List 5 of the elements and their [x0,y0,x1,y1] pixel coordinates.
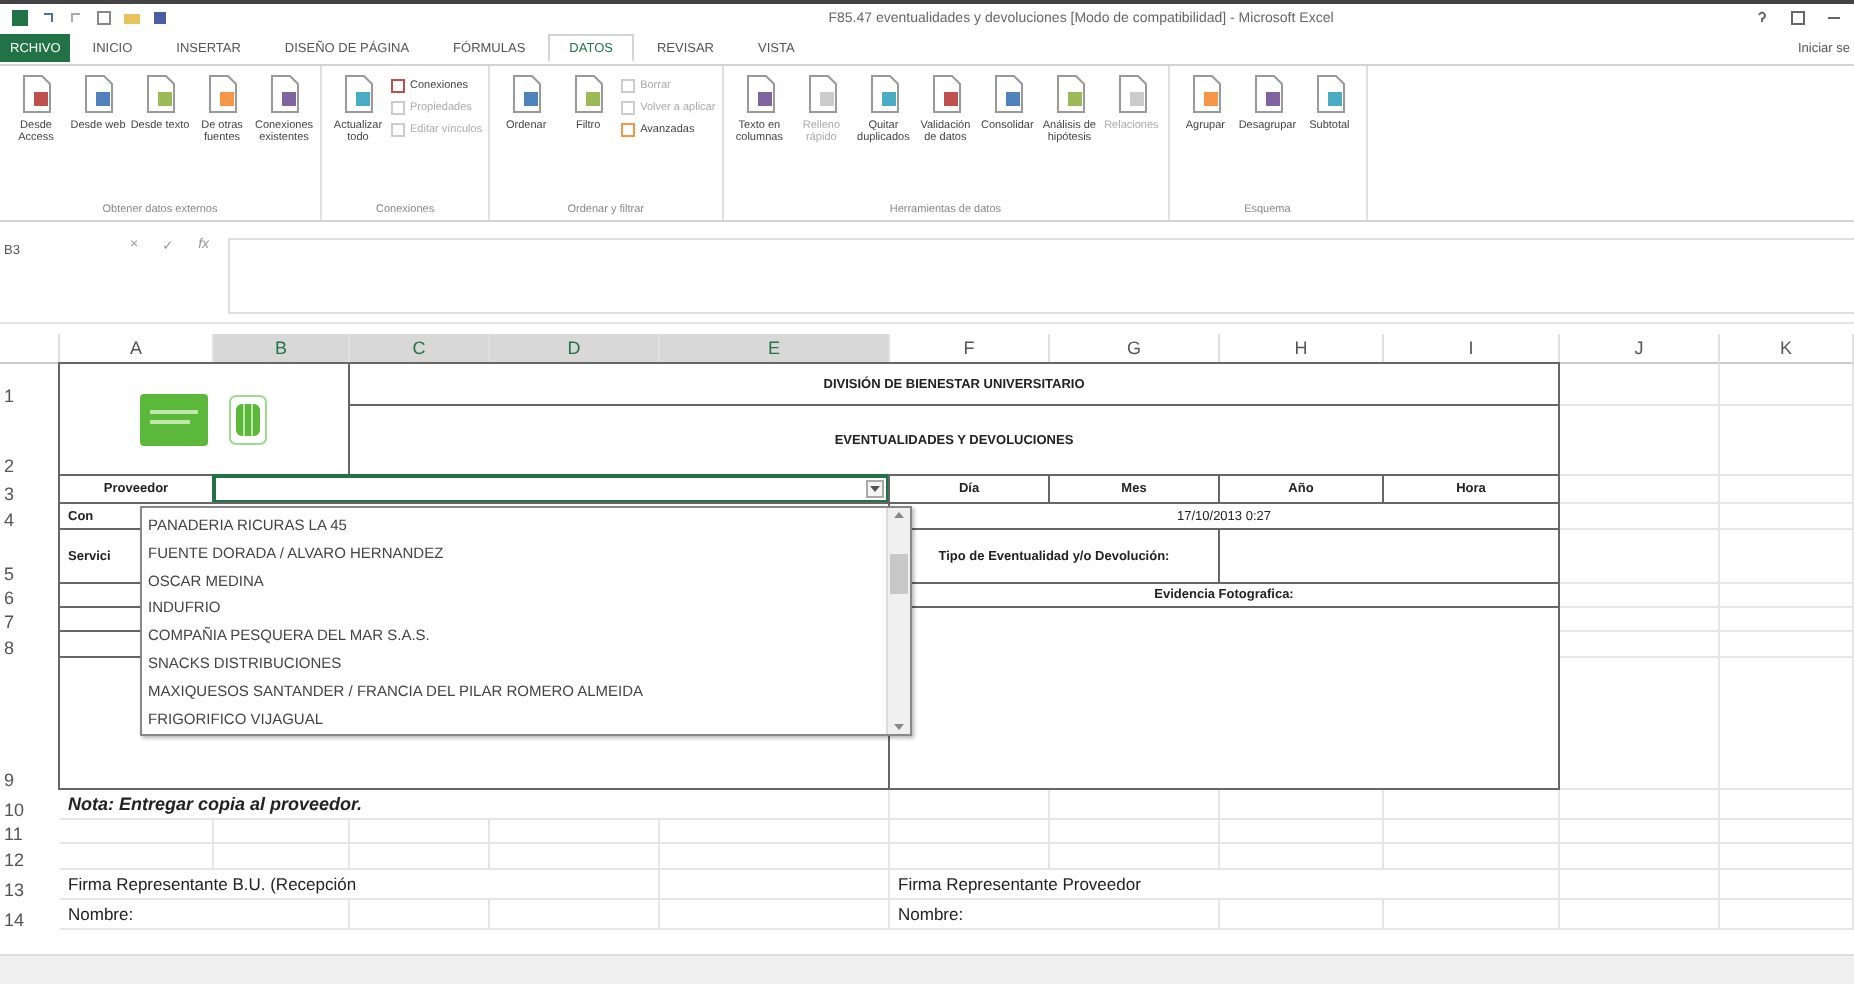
signature-label: Firma Representante B.U. (Recepción [60,870,490,900]
note-text: Nota: Entregar copia al proveedor. [60,790,660,820]
signature-label: Firma Representante Proveedor [890,870,1384,900]
name-label: Nombre: [60,900,214,930]
name-label: Nombre: [890,900,1050,930]
